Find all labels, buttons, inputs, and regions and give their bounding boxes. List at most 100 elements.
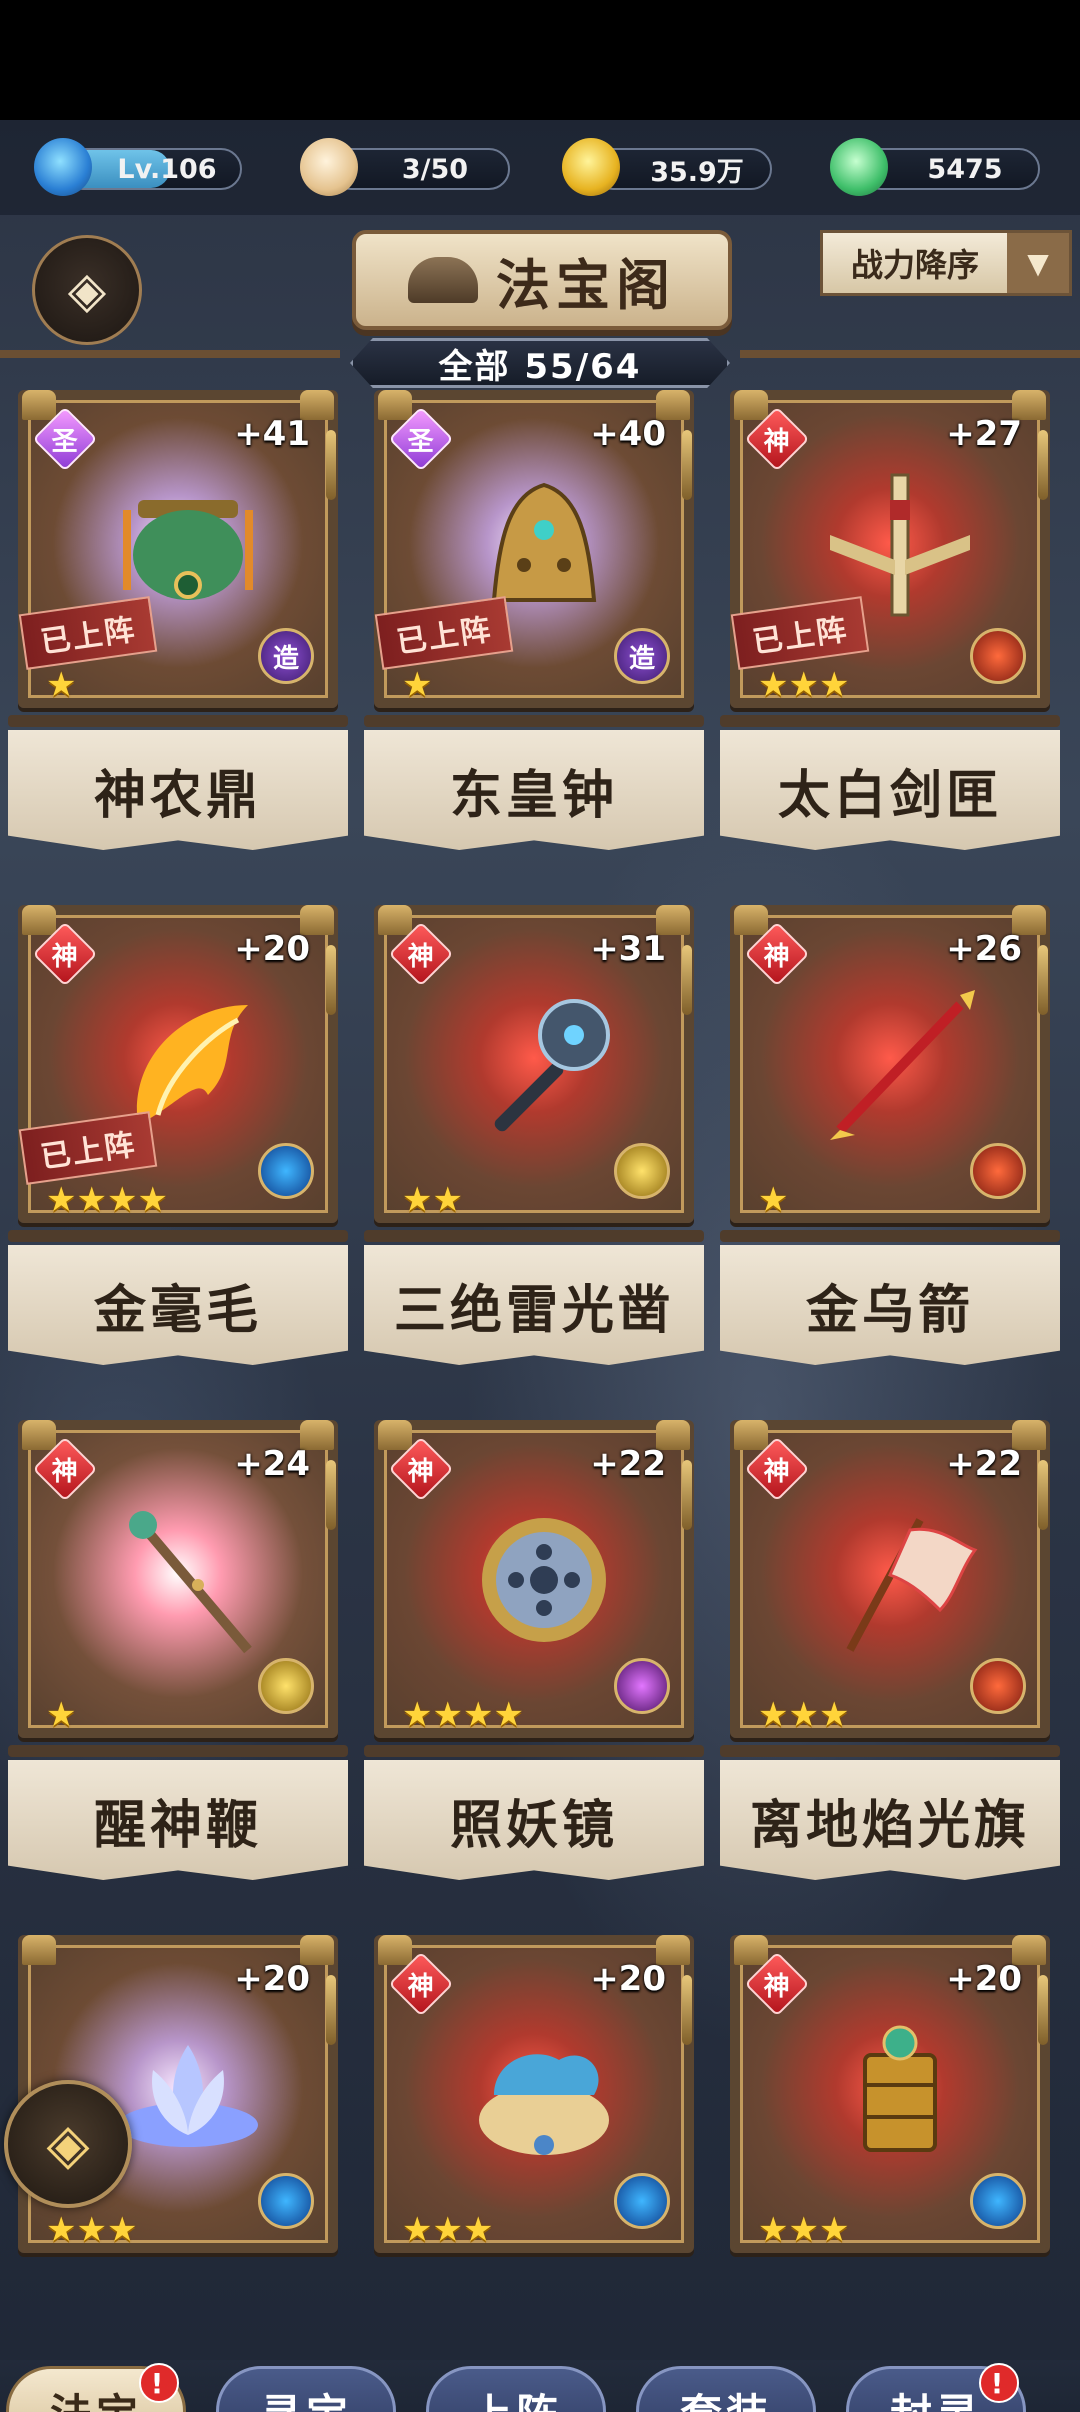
treasure-card[interactable]: 神 +20 ★★★ bbox=[720, 1935, 1060, 2412]
star-rating: ★★★ bbox=[402, 2213, 493, 2247]
deployed-stamp: 已上阵 bbox=[18, 1111, 158, 1185]
resource-bar: Lv.106 3/50 35.9万 5475 bbox=[0, 120, 1080, 215]
element-label: 造 bbox=[272, 643, 299, 674]
treasure-name: 醒神鞭 bbox=[8, 1760, 348, 1880]
tab-label: 套装 bbox=[680, 2381, 772, 2412]
enhance-level: +40 bbox=[590, 414, 666, 454]
sort-dropdown[interactable]: 战力降序 ▼ bbox=[820, 230, 1072, 296]
treasure-frame: 神 +22 ★★★★ bbox=[374, 1420, 694, 1738]
back-button[interactable]: ◈ bbox=[32, 235, 142, 345]
enhance-level: +20 bbox=[946, 1959, 1022, 1999]
star-rating: ★★★ bbox=[758, 668, 849, 702]
treasure-name: 离地焰光旗 bbox=[720, 1760, 1060, 1880]
treasure-card[interactable]: 神 +22 ★★★★ 照妖镜 bbox=[364, 1420, 704, 1900]
frame-ornament bbox=[734, 1935, 768, 1965]
tab-4[interactable]: 套装 bbox=[636, 2366, 816, 2412]
flame-flag-icon bbox=[810, 1490, 990, 1670]
shelf bbox=[8, 1745, 348, 1757]
jade-leaf-icon bbox=[830, 138, 888, 196]
treasure-card[interactable]: 圣 +40 已上阵 ★ 造 东皇钟 bbox=[364, 390, 704, 870]
frame-ornament bbox=[22, 1935, 56, 1965]
element-label: 造 bbox=[628, 643, 655, 674]
treasure-card[interactable]: 神 +26 ★ 金乌箭 bbox=[720, 905, 1060, 1385]
grade-label: 神 bbox=[407, 941, 435, 972]
tassel-ornament bbox=[326, 945, 336, 1015]
enhance-level: +22 bbox=[946, 1444, 1022, 1484]
enhance-level: +41 bbox=[234, 414, 310, 454]
treasure-frame: 圣 +41 已上阵 ★ 造 bbox=[18, 390, 338, 708]
grade-label: 神 bbox=[407, 1456, 435, 1487]
enhance-level: +20 bbox=[234, 929, 310, 969]
enhance-level: +24 bbox=[234, 1444, 310, 1484]
treasure-card[interactable]: 神 +24 ★ 醒神鞭 bbox=[8, 1420, 348, 1900]
cloud-bowl-icon bbox=[454, 2005, 634, 2185]
star-rating: ★ bbox=[46, 1698, 76, 1732]
treasure-card[interactable]: 神 +27 已上阵 ★★★ 太白剑匣 bbox=[720, 390, 1060, 870]
shelf bbox=[364, 715, 704, 727]
tab-label: 法宝 bbox=[50, 2381, 142, 2412]
coin-icon bbox=[562, 138, 620, 196]
bun-value: 3/50 bbox=[401, 153, 469, 185]
quick-menu-button[interactable]: ◈ bbox=[4, 2080, 132, 2208]
deployed-stamp: 已上阵 bbox=[18, 596, 158, 670]
treasure-frame: 神 +20 已上阵 ★★★★ bbox=[18, 905, 338, 1223]
star-rating: ★ bbox=[402, 668, 432, 702]
shelf bbox=[720, 1745, 1060, 1757]
treasure-card[interactable]: 神 +22 ★★★ 离地焰光旗 bbox=[720, 1420, 1060, 1900]
grade-label: 圣 bbox=[407, 426, 435, 457]
tassel-ornament bbox=[326, 1460, 336, 1530]
tassel-ornament bbox=[1038, 1975, 1048, 2045]
treasure-card[interactable]: 神 +20 ★★★ bbox=[364, 1935, 704, 2412]
element-badge bbox=[258, 1143, 314, 1199]
frame-ornament bbox=[378, 390, 412, 420]
element-badge bbox=[970, 2173, 1026, 2229]
grade-label: 神 bbox=[763, 426, 791, 457]
star-rating: ★★★ bbox=[758, 2213, 849, 2247]
treasure-card[interactable]: 圣 +41 已上阵 ★ 造 神农鼎 bbox=[8, 390, 348, 870]
treasure-name: 神农鼎 bbox=[8, 730, 348, 850]
shelf bbox=[364, 1230, 704, 1242]
treasure-frame: 神 +26 ★ bbox=[730, 905, 1050, 1223]
frame-ornament bbox=[378, 905, 412, 935]
treasure-card[interactable]: 神 +31 ★★ 三绝雷光凿 bbox=[364, 905, 704, 1385]
stars: ★★★ bbox=[758, 2210, 850, 2250]
pavilion-icon bbox=[408, 257, 478, 303]
enhance-level: +26 bbox=[946, 929, 1022, 969]
tassel-ornament bbox=[1038, 945, 1048, 1015]
tab-label: 封灵 bbox=[890, 2381, 982, 2412]
element-badge bbox=[970, 628, 1026, 684]
page-title-banner: 法宝阁 bbox=[352, 230, 732, 330]
frame-ornament bbox=[734, 1420, 768, 1450]
level-value: Lv.106 bbox=[117, 153, 217, 185]
stars: ★ bbox=[46, 1695, 77, 1735]
star-rating: ★★★ bbox=[46, 2213, 137, 2247]
element-badge bbox=[258, 2173, 314, 2229]
header-beam-left bbox=[0, 350, 340, 358]
stars: ★★ bbox=[402, 1180, 463, 1220]
deployed-stamp: 已上阵 bbox=[374, 596, 514, 670]
tassel-ornament bbox=[682, 945, 692, 1015]
stars: ★ bbox=[46, 665, 77, 705]
tab-1[interactable]: 法宝! bbox=[6, 2363, 186, 2412]
tassel-ornament bbox=[1038, 1460, 1048, 1530]
notification-badge: ! bbox=[139, 2363, 179, 2403]
tab-2[interactable]: 寻宝 bbox=[216, 2366, 396, 2412]
tab-5[interactable]: 封灵! bbox=[846, 2363, 1026, 2412]
tassel-ornament bbox=[682, 430, 692, 500]
treasure-name: 太白剑匣 bbox=[720, 730, 1060, 850]
grade-label: 神 bbox=[763, 941, 791, 972]
treasure-pavilion-screen: Lv.106 3/50 35.9万 5475 ◈ 法宝阁 全部 55/64 战力… bbox=[0, 120, 1080, 2412]
star-rating: ★★★ bbox=[758, 1698, 849, 1732]
treasure-card[interactable]: 神 +20 已上阵 ★★★★ 金毫毛 bbox=[8, 905, 348, 1385]
sort-label: 战力降序 bbox=[850, 246, 979, 284]
whip-staff-icon bbox=[98, 1490, 278, 1670]
treasure-name: 东皇钟 bbox=[364, 730, 704, 850]
thunder-hammer-icon bbox=[454, 975, 634, 1155]
tassel-ornament bbox=[1038, 430, 1048, 500]
tab-3[interactable]: 上阵 bbox=[426, 2366, 606, 2412]
element-badge: 造 bbox=[614, 628, 670, 684]
grade-label: 神 bbox=[51, 941, 79, 972]
enhance-level: +20 bbox=[234, 1959, 310, 1999]
tab-label: 寻宝 bbox=[260, 2381, 352, 2412]
grade-label: 神 bbox=[763, 1971, 791, 2002]
